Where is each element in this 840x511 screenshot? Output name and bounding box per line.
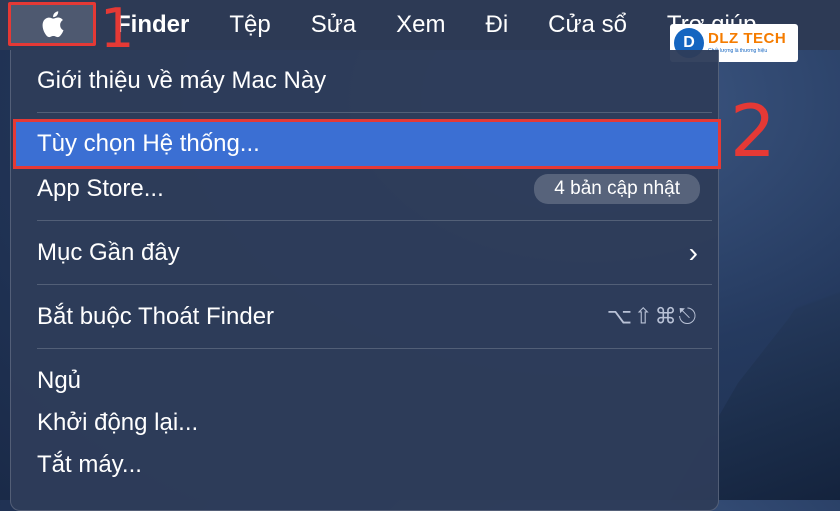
annotation-step-2: 2 bbox=[730, 89, 776, 173]
menu-file[interactable]: Tệp bbox=[229, 11, 270, 39]
menu-view[interactable]: Xem bbox=[396, 11, 445, 39]
apple-menu-dropdown: Giới thiệu về máy Mac Này Tùy chọn Hệ th… bbox=[10, 50, 721, 511]
menu-window[interactable]: Cửa sổ bbox=[548, 11, 627, 39]
menu-item-label: Bắt buộc Thoát Finder bbox=[37, 303, 275, 330]
menu-item-label: Mục Gần đây bbox=[37, 239, 180, 266]
menu-edit[interactable]: Sửa bbox=[311, 11, 356, 39]
apple-menu-button[interactable] bbox=[8, 2, 96, 46]
menu-item-recent-items[interactable]: Mục Gần đây › bbox=[11, 232, 718, 274]
apple-logo-icon bbox=[42, 11, 64, 38]
update-count-badge: 4 bản cập nhật bbox=[534, 174, 700, 204]
annotation-step-1: 1 bbox=[100, 0, 135, 60]
menu-item-force-quit[interactable]: Bắt buộc Thoát Finder ⌥⇧⌘⎋ bbox=[11, 296, 718, 338]
menu-item-app-store[interactable]: App Store... 4 bản cập nhật bbox=[11, 168, 718, 210]
menu-separator bbox=[37, 112, 712, 113]
menu-item-label: Ngủ bbox=[37, 367, 82, 394]
menu-separator bbox=[37, 220, 712, 221]
menu-item-shut-down[interactable]: Tắt máy... bbox=[11, 444, 718, 486]
menu-item-label: Tắt máy... bbox=[37, 451, 142, 478]
menu-item-label: Khởi động lại... bbox=[37, 409, 199, 436]
logo-brand: DLZ TECH bbox=[708, 30, 787, 47]
menu-item-label: Giới thiệu về máy Mac Này bbox=[37, 67, 327, 94]
menu-item-sleep[interactable]: Ngủ bbox=[11, 360, 718, 402]
menu-separator bbox=[37, 348, 712, 349]
menu-item-about-this-mac[interactable]: Giới thiệu về máy Mac Này bbox=[11, 60, 718, 102]
menu-separator bbox=[37, 284, 712, 285]
chevron-right-icon: › bbox=[688, 237, 698, 268]
menu-go[interactable]: Đi bbox=[485, 11, 508, 39]
keyboard-shortcut: ⌥⇧⌘⎋ bbox=[606, 304, 698, 330]
menu-item-restart[interactable]: Khởi động lại... bbox=[11, 402, 718, 444]
menu-item-label: Tùy chọn Hệ thống... bbox=[37, 130, 260, 157]
menu-item-label: App Store... bbox=[37, 175, 164, 202]
menu-item-system-preferences[interactable]: Tùy chọn Hệ thống... bbox=[13, 119, 721, 169]
logo-tagline: Chất lượng là thương hiệu bbox=[708, 48, 768, 54]
